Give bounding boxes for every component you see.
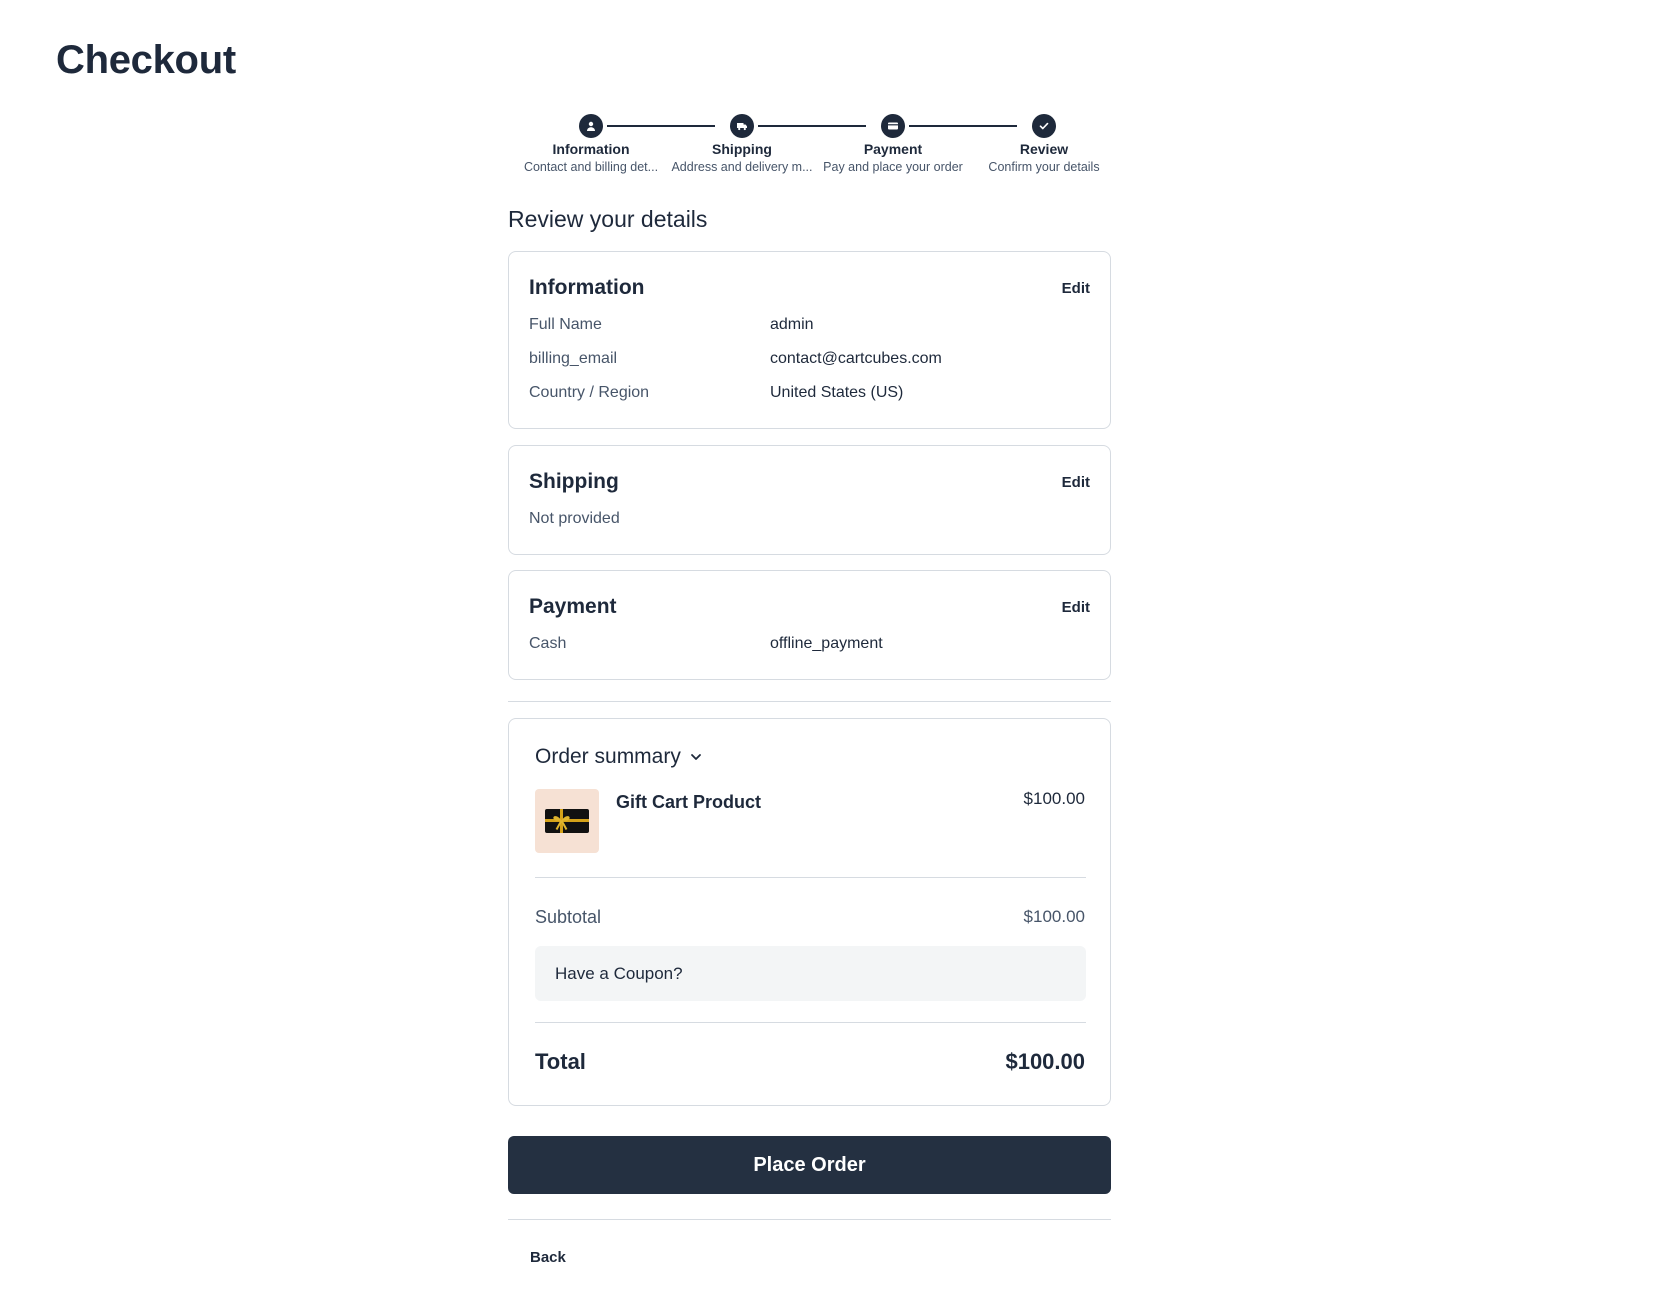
info-row: Country / Region United States (US)	[529, 384, 1090, 402]
info-value: contact@cartcubes.com	[770, 350, 942, 367]
subtotal-value: $100.00	[1023, 907, 1085, 926]
section-divider	[508, 701, 1111, 702]
total-label: Total	[535, 1049, 586, 1074]
step-subtitle: Confirm your details	[988, 160, 1100, 174]
information-card: Information Edit Full Name admin billing…	[508, 251, 1111, 429]
coupon-toggle[interactable]: Have a Coupon?	[535, 946, 1086, 1001]
back-link[interactable]: Back	[530, 1249, 566, 1266]
payment-value: offline_payment	[770, 635, 883, 652]
info-key: billing_email	[529, 350, 618, 367]
truck-icon	[730, 114, 754, 138]
shipping-card: Shipping Edit Not provided	[508, 445, 1111, 555]
info-row: billing_email contact@cartcubes.com	[529, 350, 1090, 368]
card-title: Information	[529, 276, 645, 299]
summary-divider	[535, 877, 1086, 878]
footer-divider	[508, 1219, 1111, 1220]
place-order-button[interactable]: Place Order	[508, 1136, 1111, 1194]
product-price: $100.00	[1023, 789, 1085, 808]
user-icon	[579, 114, 603, 138]
card-header: Information Edit	[529, 276, 1090, 300]
payment-card: Payment Edit Cash offline_payment	[508, 570, 1111, 680]
step-subtitle: Address and delivery m...	[671, 160, 813, 174]
card-header: Shipping Edit	[529, 470, 1090, 494]
info-key: Country / Region	[529, 384, 650, 401]
info-row: Full Name admin	[529, 316, 1090, 334]
step-title: Shipping	[712, 141, 772, 157]
step-subtitle: Pay and place your order	[823, 160, 963, 174]
order-summary-label: Order summary	[535, 745, 681, 768]
shipping-empty-value: Not provided	[529, 510, 620, 527]
checkout-stepper: Information Contact and billing det... S…	[508, 114, 1111, 184]
gift-card-icon	[545, 809, 589, 833]
product-name: Gift Cart Product	[616, 792, 762, 812]
total-value: $100.00	[1005, 1049, 1085, 1074]
check-icon	[1032, 114, 1056, 138]
step-payment[interactable]: Payment Pay and place your order	[818, 114, 968, 174]
step-title: Information	[552, 141, 630, 157]
edit-information-link[interactable]: Edit	[1062, 280, 1090, 297]
subtotal-label: Subtotal	[535, 907, 602, 927]
info-key: Full Name	[529, 316, 602, 333]
edit-shipping-link[interactable]: Edit	[1062, 474, 1090, 491]
order-summary-toggle[interactable]: Order summary	[535, 745, 703, 769]
step-title: Review	[1019, 141, 1069, 157]
payment-key: Cash	[529, 635, 567, 652]
step-review[interactable]: Review Confirm your details	[969, 114, 1119, 174]
card-title: Payment	[529, 595, 617, 618]
product-thumbnail	[535, 789, 599, 853]
step-shipping[interactable]: Shipping Address and delivery m...	[667, 114, 817, 174]
coupon-label: Have a Coupon?	[555, 963, 683, 983]
card-title: Shipping	[529, 470, 619, 493]
payment-row: Cash offline_payment	[529, 635, 1090, 653]
edit-payment-link[interactable]: Edit	[1062, 599, 1090, 616]
card-icon	[881, 114, 905, 138]
review-heading: Review your details	[508, 206, 708, 232]
order-summary: Order summary Gift Cart Product $100.00 …	[508, 718, 1111, 1106]
summary-divider	[535, 1022, 1086, 1023]
step-information[interactable]: Information Contact and billing det...	[516, 114, 666, 174]
step-title: Payment	[863, 141, 923, 157]
info-value: United States (US)	[770, 384, 904, 401]
step-subtitle: Contact and billing det...	[523, 160, 659, 174]
info-value: admin	[770, 316, 814, 333]
card-header: Payment Edit	[529, 595, 1090, 619]
page-title: Checkout	[56, 38, 236, 82]
shipping-empty-text: Not provided	[529, 510, 1090, 528]
chevron-down-icon	[690, 754, 701, 760]
